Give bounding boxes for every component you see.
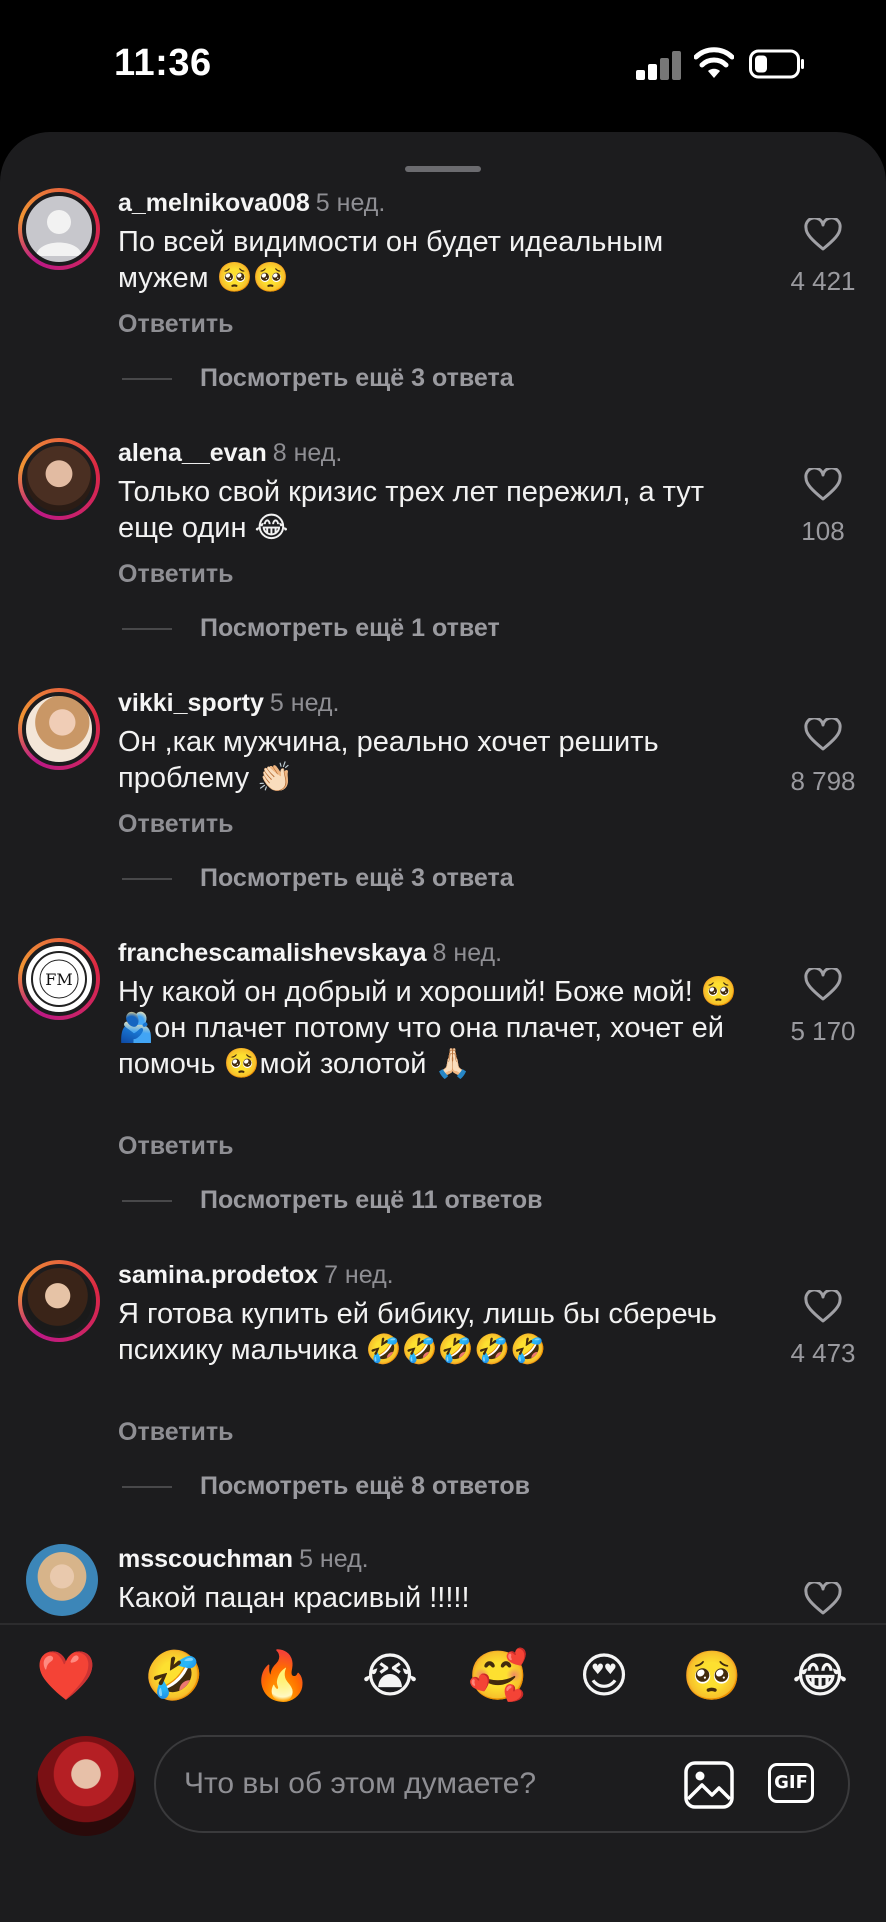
sheet-drag-handle[interactable] [405,166,481,172]
reaction-joy[interactable]: 😂 [790,1646,850,1706]
like-button[interactable]: 4 421 [780,218,866,297]
reaction-heart-eyes[interactable]: 😍 [574,1646,634,1706]
reaction-rofl[interactable]: 🤣 [144,1646,204,1706]
avatar[interactable] [18,438,100,520]
view-more-replies-button[interactable]: Посмотреть ещё 3 ответа [122,364,514,393]
reply-button[interactable]: Ответить [118,810,234,839]
view-more-replies-label: Посмотреть ещё 8 ответов [200,1472,531,1500]
comment-input[interactable]: Что вы об этом думаете? GIF [154,1735,850,1833]
heart-icon [804,968,842,1001]
image-picker-icon[interactable] [684,1761,734,1809]
comment-age: 5 нед. [315,189,386,217]
replies-divider [122,1486,172,1489]
comment-header: franchescamalishevskaya 8 нед. [118,938,502,968]
cellular-signal-icon [636,50,682,80]
heart-icon [804,1582,842,1615]
heart-icon [804,1290,842,1323]
replies-divider [122,878,172,881]
reaction-crying[interactable]: 😭 [360,1646,420,1706]
comment-username[interactable]: franchescamalishevskaya [118,939,427,967]
comment-username[interactable]: samina.prodetox [118,1261,318,1289]
comment-username[interactable]: a_melnikova008 [118,189,310,217]
avatar[interactable]: FM [18,938,100,1020]
reaction-heart[interactable]: ❤️ [36,1646,96,1706]
reaction-smiling-hearts[interactable]: 🥰 [468,1646,528,1706]
comment-header: samina.prodetox 7 нед. [118,1260,394,1290]
like-button[interactable]: 4 473 [780,1290,866,1369]
comment-text: По всей видимости он будет идеальным муж… [118,226,664,294]
avatar[interactable] [18,1260,100,1342]
status-bar: 11:36 [0,0,886,130]
comment-text: Какой пацан красивый !!!!! [118,1582,470,1614]
comment-age: 7 нед. [324,1261,394,1289]
quick-reactions-bar: ❤️ 🤣 🔥 😭 🥰 😍 🥺 😂 [0,1646,886,1706]
like-count: 5 170 [790,1016,856,1046]
comment-text: Только свой кризис трех лет пережил, а т… [118,476,705,544]
reply-button[interactable]: Ответить [118,310,234,339]
view-more-replies-button[interactable]: Посмотреть ещё 3 ответа [122,864,514,893]
like-button[interactable]: 108 [780,468,866,547]
logo-text: FM [45,970,72,989]
view-more-replies-button[interactable]: Посмотреть ещё 1 ответ [122,614,500,643]
heart-icon [804,218,842,251]
replies-divider [122,628,172,631]
like-count: 4 473 [790,1338,856,1368]
comment-username[interactable]: vikki_sporty [118,689,264,717]
like-button[interactable] [780,1582,866,1616]
comment-username[interactable]: alena__evan [118,439,267,467]
avatar[interactable] [18,188,100,270]
like-count: 108 [801,516,845,546]
like-button[interactable]: 8 798 [780,718,866,797]
heart-icon [804,468,842,501]
comment-age: 8 нед. [272,439,343,467]
comment-header: a_melnikova008 5 нед. [118,188,385,218]
comment-username[interactable]: msscouchman [118,1545,293,1573]
reply-button[interactable]: Ответить [118,1418,234,1447]
reply-button[interactable]: Ответить [118,560,234,589]
gif-button[interactable]: GIF [768,1763,814,1803]
comment-text: Ну какой он добрый и хороший! Боже мой! … [118,976,737,1080]
view-more-replies-label: Посмотреть ещё 11 ответов [200,1186,543,1214]
avatar[interactable] [26,1544,98,1616]
replies-divider [122,1200,172,1203]
reaction-pleading[interactable]: 🥺 [682,1646,742,1706]
view-more-replies-label: Посмотреть ещё 3 ответа [200,364,514,392]
default-user-icon [36,210,82,256]
heart-icon [804,718,842,751]
wifi-icon [694,47,734,78]
view-more-replies-label: Посмотреть ещё 1 ответ [200,614,500,642]
comment-text: Я готова купить ей бибику, лишь бы сбере… [118,1298,717,1366]
like-button[interactable]: 5 170 [780,968,866,1047]
like-count: 8 798 [790,766,856,796]
reaction-fire[interactable]: 🔥 [252,1646,312,1706]
current-user-avatar [36,1736,136,1836]
status-time: 11:36 [114,42,212,84]
like-count: 4 421 [790,266,856,296]
view-more-replies-button[interactable]: Посмотреть ещё 11 ответов [122,1186,543,1215]
comment-age: 5 нед. [269,689,340,717]
comment-header: vikki_sporty 5 нед. [118,688,339,718]
battery-icon [749,49,804,79]
replies-divider [122,378,172,381]
comment-text: Он ,как мужчина, реально хочет решить пр… [118,726,659,794]
comment-header: alena__evan 8 нед. [118,438,342,468]
brand-logo: FM [31,951,87,1007]
reply-button[interactable]: Ответить [118,1132,234,1161]
comment-age: 5 нед. [299,1545,369,1573]
comment-input-placeholder: Что вы об этом думаете? [184,1767,537,1800]
comment-age: 8 нед. [432,939,503,967]
view-more-replies-label: Посмотреть ещё 3 ответа [200,864,514,892]
view-more-replies-button[interactable]: Посмотреть ещё 8 ответов [122,1472,530,1501]
avatar[interactable] [18,688,100,770]
comment-header: msscouchman 5 нед. [118,1544,369,1574]
